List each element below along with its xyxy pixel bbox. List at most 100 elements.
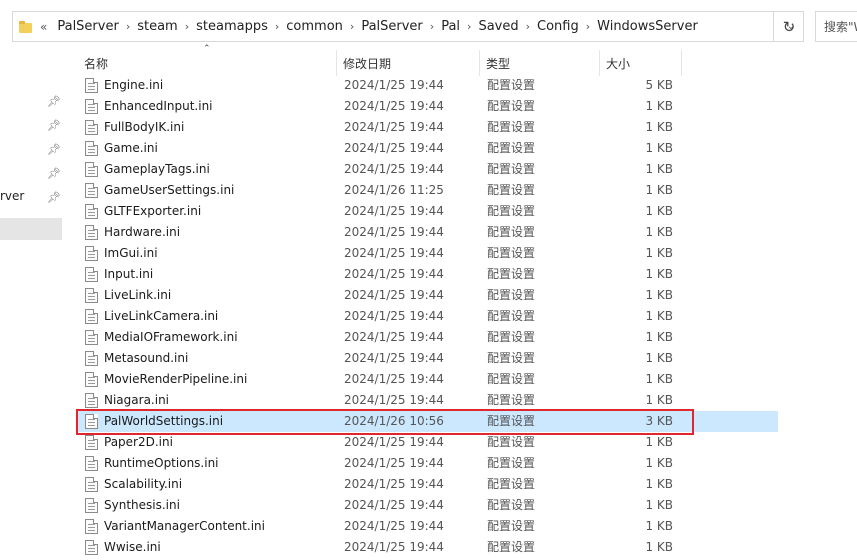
file-modified-date: 2024/1/25 19:44 — [344, 267, 444, 281]
file-name: Game.ini — [104, 141, 158, 155]
file-row[interactable]: Metasound.ini 2024/1/25 19:44 配置设置 1 KB — [78, 348, 778, 369]
file-name: PalWorldSettings.ini — [104, 414, 224, 428]
file-size: 1 KB — [645, 99, 673, 113]
file-row[interactable]: MediaIOFramework.ini 2024/1/25 19:44 配置设置 1… — [78, 327, 778, 348]
ini-file-icon — [85, 435, 98, 450]
file-name: Paper2D.ini — [104, 435, 173, 449]
file-type: 配置设置 — [487, 204, 536, 218]
breadcrumb-item[interactable]: common — [280, 19, 349, 34]
file-row[interactable]: Niagara.ini 2024/1/25 19:44 配置设置 1 KB — [78, 390, 778, 411]
file-type: 配置设置 — [487, 99, 536, 113]
breadcrumb-item[interactable]: steamapps — [190, 19, 274, 34]
pin-icon[interactable]: 📌︎ — [47, 96, 61, 108]
file-row[interactable]: PalWorldSettings.ini 2024/1/26 10:56 配置设置 3… — [78, 411, 778, 432]
file-modified-date: 2024/1/25 19:44 — [344, 120, 444, 134]
file-name: Engine.ini — [104, 78, 164, 92]
file-modified-date: 2024/1/25 19:44 — [344, 540, 444, 554]
file-size: 1 KB — [645, 162, 673, 176]
ini-file-icon — [85, 372, 98, 387]
file-modified-date: 2024/1/25 19:44 — [344, 225, 444, 239]
file-row[interactable]: Scalability.ini 2024/1/25 19:44 配置设置 1 KB — [78, 474, 778, 495]
file-row[interactable]: GameplayTags.ini 2024/1/25 19:44 配置设置 1 KB — [78, 159, 778, 180]
address-bar[interactable]: « PalServer › steam › steamapps › common › PalSe… — [12, 11, 804, 42]
ini-file-icon — [85, 246, 98, 261]
file-size: 1 KB — [645, 477, 673, 491]
file-row[interactable]: GLTFExporter.ini 2024/1/25 19:44 配置设置 1 KB — [78, 201, 778, 222]
file-name: EnhancedInput.ini — [104, 99, 213, 113]
column-header-name[interactable]: 名称 — [78, 50, 337, 76]
file-row[interactable]: FullBodyIK.ini 2024/1/25 19:44 配置设置 1 KB — [78, 117, 778, 138]
pin-icon[interactable]: 📌︎ — [47, 168, 61, 180]
file-name: Niagara.ini — [104, 393, 170, 407]
file-size: 1 KB — [645, 183, 673, 197]
file-name: GameUserSettings.ini — [104, 183, 235, 197]
file-row[interactable]: Hardware.ini 2024/1/25 19:44 配置设置 1 KB — [78, 222, 778, 243]
ini-file-icon — [85, 540, 98, 555]
file-modified-date: 2024/1/25 19:44 — [344, 330, 444, 344]
file-modified-date: 2024/1/25 19:44 — [344, 393, 444, 407]
file-modified-date: 2024/1/25 19:44 — [344, 435, 444, 449]
breadcrumb-item[interactable]: steam — [131, 19, 184, 34]
file-row[interactable]: GameUserSettings.ini 2024/1/26 11:25 配置设置 1… — [78, 180, 778, 201]
file-type: 配置设置 — [487, 309, 536, 323]
breadcrumb: « PalServer › steam › steamapps › common › PalSe… — [40, 12, 779, 41]
column-header-date[interactable]: 修改日期 — [337, 50, 480, 76]
file-size: 1 KB — [645, 141, 673, 155]
file-row[interactable]: Game.ini 2024/1/25 19:44 配置设置 1 KB — [78, 138, 778, 159]
file-size: 1 KB — [645, 435, 673, 449]
search-placeholder: 搜索"W — [824, 20, 857, 34]
pin-icon[interactable]: 📌︎ — [47, 192, 61, 204]
file-type: 配置设置 — [487, 246, 536, 260]
breadcrumb-item[interactable]: Saved — [472, 19, 524, 34]
file-modified-date: 2024/1/25 19:44 — [344, 99, 444, 113]
file-size: 1 KB — [645, 225, 673, 239]
file-row[interactable]: Paper2D.ini 2024/1/25 19:44 配置设置 1 KB — [78, 432, 778, 453]
ini-file-icon — [85, 225, 98, 240]
file-name: GameplayTags.ini — [104, 162, 210, 176]
file-row[interactable]: VariantManagerContent.ini 2024/1/25 19:44… — [78, 516, 778, 537]
file-size: 1 KB — [645, 330, 673, 344]
search-input[interactable]: 搜索"W — [815, 11, 857, 42]
file-row[interactable]: Engine.ini 2024/1/25 19:44 配置设置 5 KB — [78, 75, 778, 96]
file-size: 1 KB — [645, 309, 673, 323]
breadcrumb-item[interactable]: PalServer — [51, 19, 124, 34]
file-row[interactable]: ImGui.ini 2024/1/25 19:44 配置设置 1 KB — [78, 243, 778, 264]
file-list: Engine.ini 2024/1/25 19:44 配置设置 5 KB Enhance… — [78, 75, 778, 558]
breadcrumb-item[interactable]: Config — [531, 19, 585, 34]
file-row[interactable]: LiveLink.ini 2024/1/25 19:44 配置设置 1 KB — [78, 285, 778, 306]
file-row[interactable]: Wwise.ini 2024/1/25 19:44 配置设置 1 KB — [78, 537, 778, 558]
breadcrumb-item[interactable]: Pal — [435, 19, 466, 34]
ini-file-icon — [85, 204, 98, 219]
file-row[interactable]: Synthesis.ini 2024/1/25 19:44 配置设置 1 KB — [78, 495, 778, 516]
file-row[interactable]: EnhancedInput.ini 2024/1/25 19:44 配置设置 1 KB — [78, 96, 778, 117]
file-modified-date: 2024/1/25 19:44 — [344, 162, 444, 176]
overflow-chevron-icon[interactable]: « — [40, 20, 51, 34]
ini-file-icon — [85, 99, 98, 114]
file-type: 配置设置 — [487, 183, 536, 197]
file-type: 配置设置 — [487, 435, 536, 449]
pin-icon[interactable]: 📌︎ — [47, 120, 61, 132]
file-type: 配置设置 — [487, 393, 536, 407]
breadcrumb-item[interactable]: PalServer — [355, 19, 428, 34]
file-modified-date: 2024/1/25 19:44 — [344, 288, 444, 302]
ini-file-icon — [85, 351, 98, 366]
column-header-type[interactable]: 类型 — [480, 50, 600, 76]
file-row[interactable]: Input.ini 2024/1/25 19:44 配置设置 1 KB — [78, 264, 778, 285]
ini-file-icon — [85, 519, 98, 534]
refresh-icon[interactable]: ↻ — [773, 11, 804, 42]
pin-icon[interactable]: 📌︎ — [47, 144, 61, 156]
file-size: 3 KB — [645, 414, 673, 428]
file-type: 配置设置 — [487, 267, 536, 281]
file-row[interactable]: LiveLinkCamera.ini 2024/1/25 19:44 配置设置 1 K… — [78, 306, 778, 327]
file-row[interactable]: MovieRenderPipeline.ini 2024/1/25 19:44 配置… — [78, 369, 778, 390]
file-type: 配置设置 — [487, 477, 536, 491]
file-type: 配置设置 — [487, 498, 536, 512]
file-row[interactable]: RuntimeOptions.ini 2024/1/25 19:44 配置设置 1 K… — [78, 453, 778, 474]
nav-item-label[interactable]: rver — [0, 189, 24, 203]
column-header-size[interactable]: 大小 — [600, 50, 682, 76]
nav-item-selected[interactable] — [0, 218, 62, 240]
breadcrumb-item[interactable]: WindowsServer — [591, 19, 704, 34]
file-modified-date: 2024/1/25 19:44 — [344, 78, 444, 92]
file-size: 1 KB — [645, 540, 673, 554]
ini-file-icon — [85, 498, 98, 513]
